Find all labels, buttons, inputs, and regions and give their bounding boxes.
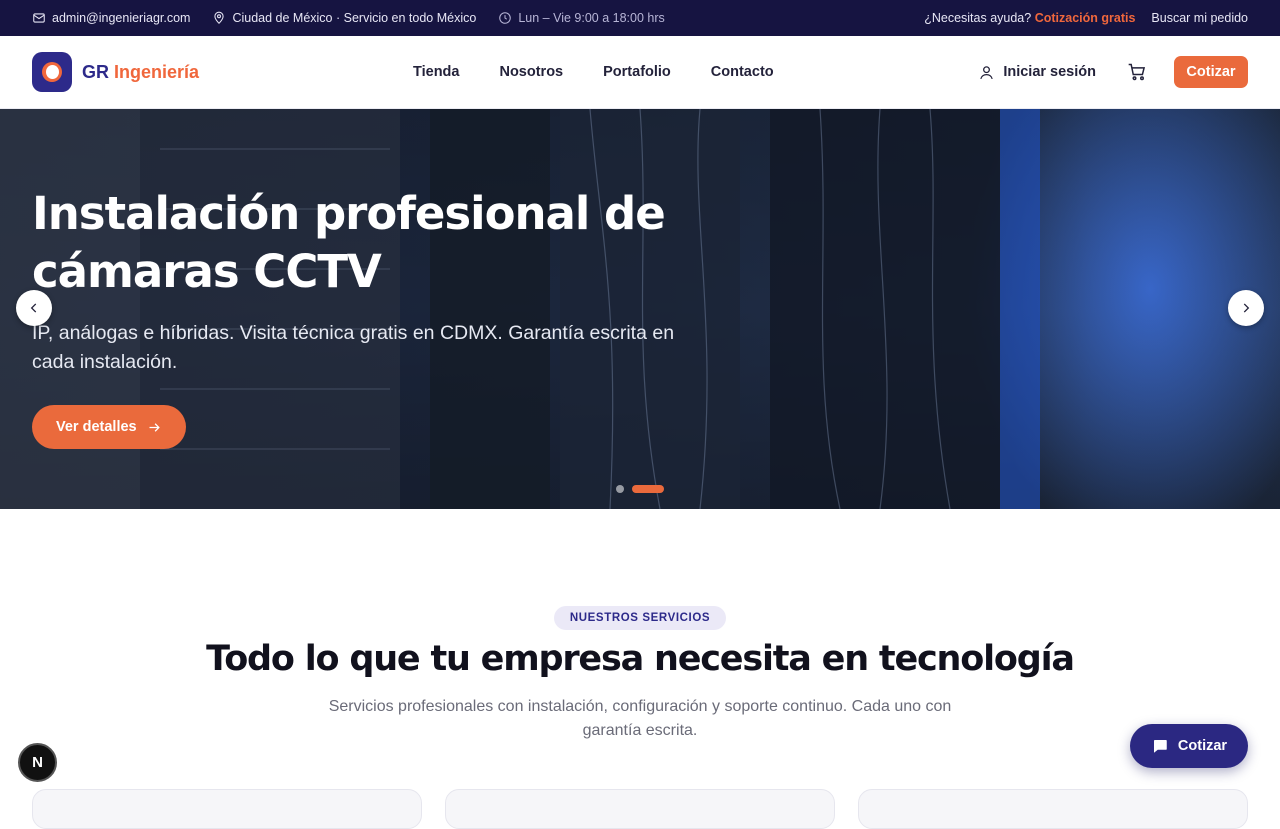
floating-cotizar-label: Cotizar [1177, 738, 1228, 754]
arrow-right-icon [149, 422, 160, 432]
email-text: admin@ingenieriagr.com [52, 11, 191, 25]
help-text: ¿Necesitas ayuda? [924, 11, 1032, 25]
dev-tools-badge[interactable]: N [18, 743, 57, 782]
cart-icon [1128, 63, 1146, 81]
top-info-bar: admin@ingenieriagr.com Ciudad de México … [0, 0, 1280, 36]
free-quote-link[interactable]: Cotización gratis [1035, 11, 1136, 25]
map-pin-icon [214, 11, 225, 24]
cotizar-button[interactable]: Cotizar [1174, 56, 1248, 88]
logo-text: GR Ingeniería [82, 62, 199, 83]
services-title: Todo lo que tu empresa necesita en tecno… [206, 639, 1075, 679]
main-nav: Tienda Nosotros Portafolio Contacto [413, 64, 774, 80]
chevron-right-icon [1243, 303, 1250, 313]
clock-icon [499, 12, 512, 24]
service-card-image [1019, 790, 1089, 798]
hero-content: Instalación profesional de cámaras CCTV … [32, 185, 732, 449]
nav-tienda[interactable]: Tienda [413, 64, 459, 80]
services-badge: NUESTROS SERVICIOS [554, 606, 726, 630]
cart-button[interactable] [1126, 61, 1148, 83]
chat-icon [1153, 740, 1167, 753]
chevron-left-icon [30, 303, 37, 313]
service-card-1[interactable] [32, 789, 422, 829]
track-order-link[interactable]: Buscar mi pedido [1151, 11, 1248, 25]
hero-title: Instalación profesional de cámaras CCTV [32, 187, 666, 298]
floating-cotizar-button[interactable]: Cotizar [1130, 724, 1248, 768]
logo-primary: GR [82, 61, 109, 82]
logo-accent: Ingeniería [114, 61, 200, 82]
nav-contacto[interactable]: Contacto [711, 64, 774, 80]
service-card-2[interactable] [445, 789, 835, 829]
user-icon [980, 65, 994, 79]
hours-text: Lun – Vie 9:00 a 18:00 hrs [518, 11, 665, 25]
carousel-prev-button[interactable] [16, 290, 52, 326]
ver-detalles-button[interactable]: Ver detalles [32, 405, 186, 449]
help-cta: ¿Necesitas ayuda? Cotización gratis [924, 11, 1135, 25]
logo-mark-icon [32, 52, 72, 92]
header-actions: Iniciar sesión Cotizar [978, 56, 1248, 88]
services-subtitle: Servicios profesionales con instalación,… [328, 698, 952, 739]
service-card-3[interactable] [858, 789, 1248, 829]
nav-portafolio[interactable]: Portafolio [603, 64, 671, 80]
email-item[interactable]: admin@ingenieriagr.com [32, 11, 190, 25]
carousel-dot-1[interactable] [616, 485, 624, 493]
login-label: Iniciar sesión [1003, 64, 1096, 80]
carousel-dots [616, 485, 664, 493]
login-button[interactable]: Iniciar sesión [978, 64, 1096, 81]
logo[interactable]: GR Ingeniería [32, 52, 199, 92]
carousel-dot-2[interactable] [632, 485, 664, 493]
service-card-image [606, 790, 676, 798]
mail-icon [33, 13, 45, 23]
service-card-image [193, 790, 263, 798]
services-section: NUESTROS SERVICIOS Todo lo que tu empres… [0, 509, 1280, 829]
hours-item: Lun – Vie 9:00 a 18:00 hrs [498, 11, 665, 25]
carousel-next-button[interactable] [1228, 290, 1264, 326]
hero-subtitle: IP, análogas e híbridas. Visita técnica … [32, 322, 675, 373]
site-header: GR Ingeniería Tienda Nosotros Portafolio… [0, 36, 1280, 109]
nav-nosotros[interactable]: Nosotros [499, 64, 563, 80]
ver-detalles-label: Ver detalles [56, 419, 137, 435]
location-text: Ciudad de México · Servicio en todo Méxi… [232, 11, 477, 25]
location-item: Ciudad de México · Servicio en todo Méxi… [212, 11, 476, 25]
hero-carousel: Instalación profesional de cámaras CCTV … [0, 109, 1280, 509]
